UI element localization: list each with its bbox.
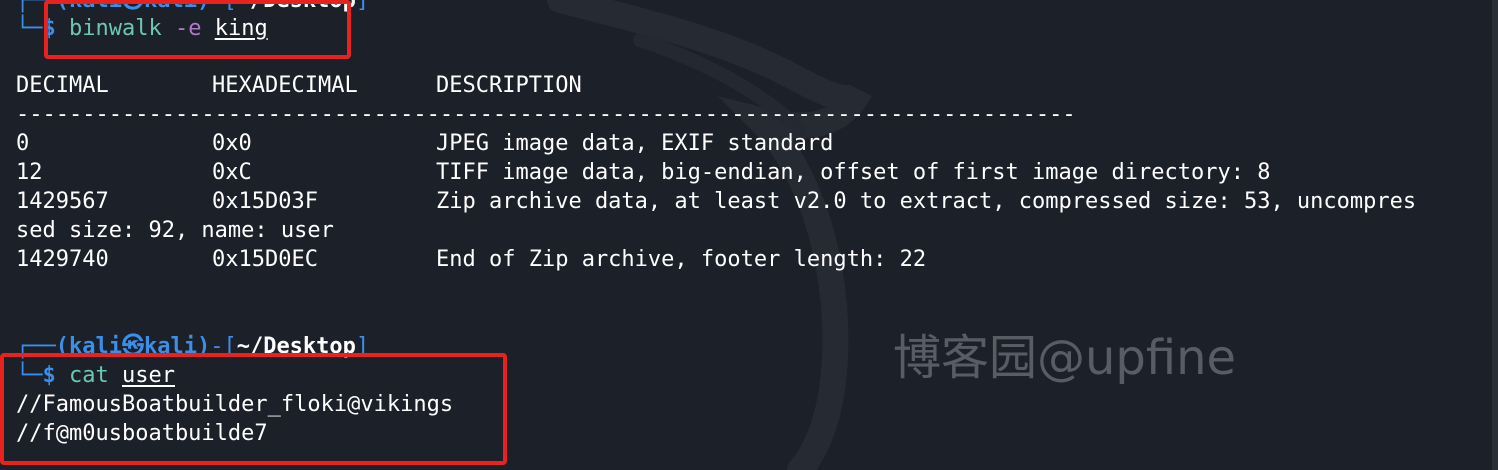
row-description: Zip archive data, at least v2.0 to extra… (436, 189, 1417, 214)
row-decimal: 1429567 (16, 189, 109, 214)
prompt-frame-bracket-close: ] (355, 0, 370, 13)
header-hexadecimal: HEXADECIMAL (212, 73, 358, 98)
table-row: 12 0xC TIFF image data, big-endian, offs… (16, 158, 1476, 187)
table-row-wrap: sed size: 92, name: user (16, 218, 334, 243)
table-row: 1429567 0x15D03F Zip archive data, at le… (16, 187, 1476, 216)
header-description: DESCRIPTION (436, 73, 582, 98)
row-hex: 0x15D0EC (212, 247, 318, 272)
table-row: 0 0x0 JPEG image data, EXIF standard (16, 129, 1476, 158)
row-decimal: 0 (16, 131, 30, 156)
highlight-box-output (0, 353, 507, 465)
row-hex: 0x15D03F (212, 189, 318, 214)
row-description: End of Zip archive, footer length: 22 (436, 247, 927, 272)
row-decimal: 1429740 (16, 247, 109, 272)
row-decimal: 12 (16, 160, 43, 185)
table-header: DECIMAL HEXADECIMAL DESCRIPTION (16, 71, 1476, 100)
scrollbar-track[interactable] (1492, 0, 1498, 470)
row-description: JPEG image data, EXIF standard (436, 131, 834, 156)
table-separator: ----------------------------------------… (16, 102, 1076, 127)
header-decimal: DECIMAL (16, 73, 109, 98)
blog-watermark: 博客园@upfine (893, 330, 1237, 386)
row-hex: 0xC (212, 160, 252, 185)
prompt-frame-bottom: └─ (16, 16, 43, 41)
row-hex: 0x0 (212, 131, 252, 156)
highlight-box-command (44, 0, 351, 59)
table-row: 1429740 0x15D0EC End of Zip archive, foo… (16, 245, 1476, 274)
row-description: TIFF image data, big-endian, offset of f… (436, 160, 1271, 185)
terminal-window[interactable]: ┌──(kali㉿kali)-[~/Desktop] └─$ binwalk -… (0, 0, 1498, 470)
